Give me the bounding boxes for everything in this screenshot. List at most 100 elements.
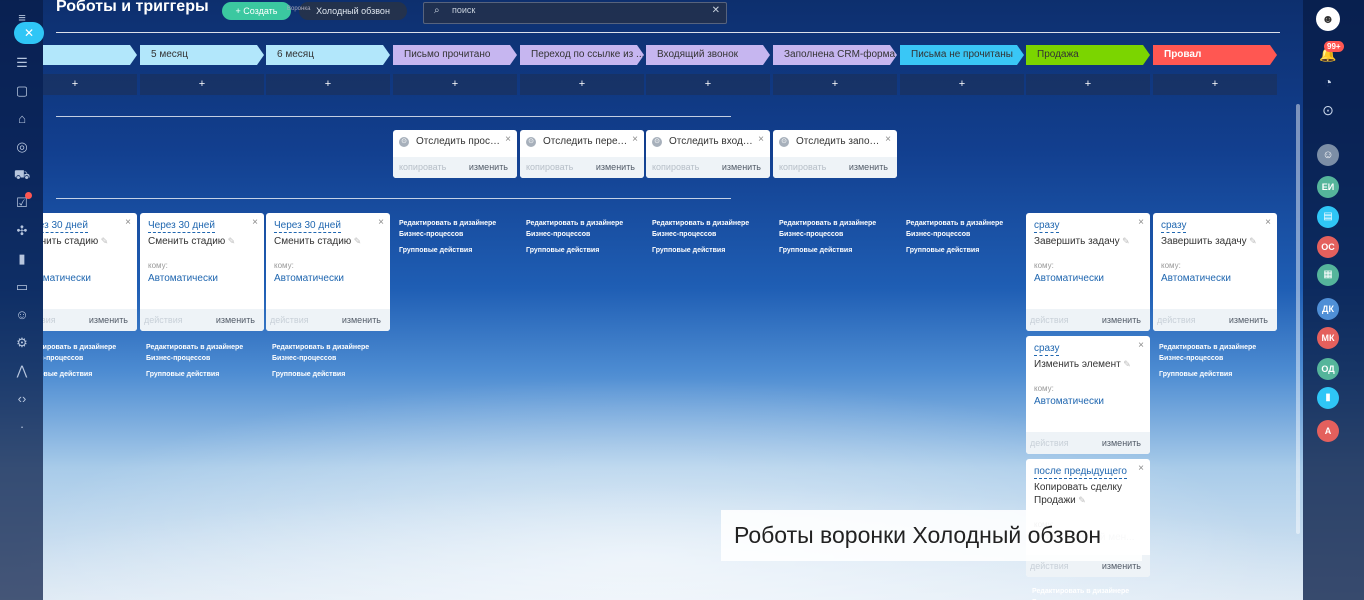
designer-link[interactable]: Редактировать в дизайнере Бизнес-процесс… (272, 342, 382, 364)
stage-1[interactable] (43, 45, 137, 65)
chat-avatar[interactable]: ЕИ (1317, 176, 1339, 198)
card-icon[interactable]: ▭ (13, 278, 31, 296)
trigger-title[interactable]: Отследить просмотр (416, 136, 504, 147)
create-button[interactable]: + Создать (222, 2, 291, 20)
add-robot-button[interactable]: + (393, 74, 517, 95)
add-robot-button[interactable]: + (520, 74, 644, 95)
puzzle-icon[interactable]: ✣ (13, 222, 31, 240)
copy-link[interactable]: копировать (399, 162, 446, 172)
designer-link[interactable]: Редактировать в дизайнере Бизнес-процесс… (526, 218, 636, 240)
user-avatar-icon[interactable]: ☻ (1316, 7, 1340, 31)
edit-link[interactable]: изменить (1102, 438, 1141, 448)
group-actions-link[interactable]: Групповые действия (779, 247, 852, 254)
group-actions-link[interactable]: Групповые действия (272, 371, 345, 378)
group-actions-link[interactable]: Групповые действия (43, 371, 92, 378)
add-robot-button[interactable]: + (1153, 74, 1277, 95)
robot-delay-link[interactable]: сразу (1161, 220, 1187, 233)
close-icon[interactable]: × (1138, 217, 1144, 228)
add-robot-button[interactable]: + (773, 74, 897, 95)
pencil-icon[interactable]: ✎ (351, 236, 362, 246)
edit-link[interactable]: изменить (342, 315, 381, 325)
robot-actions-link[interactable]: действия (1030, 561, 1069, 571)
settings-icon[interactable]: ⚙ (13, 334, 31, 352)
designer-link[interactable]: Редактировать в дизайнере Бизнес-процесс… (1032, 586, 1142, 600)
pencil-icon[interactable]: ✎ (1247, 236, 1257, 246)
edit-link[interactable]: изменить (216, 315, 255, 325)
robot-value[interactable]: Автоматически (274, 273, 344, 284)
pencil-icon[interactable]: ✎ (1121, 359, 1131, 369)
robot-value[interactable]: Автоматически (148, 273, 218, 284)
designer-link[interactable]: Редактировать в дизайнере Бизнес-процесс… (1159, 342, 1269, 364)
tasks-icon[interactable]: ▢ (13, 82, 31, 100)
close-icon[interactable]: × (1265, 217, 1271, 228)
cart-icon[interactable]: ⛟ (13, 166, 31, 184)
pencil-icon[interactable]: ✎ (1120, 236, 1130, 246)
group-actions-link[interactable]: Групповые действия (906, 247, 979, 254)
add-robot-button[interactable]: + (266, 74, 390, 95)
robot-actions-link[interactable]: действия (1157, 315, 1196, 325)
group-actions-link[interactable]: Групповые действия (399, 247, 472, 254)
edit-link[interactable]: изменить (89, 315, 128, 325)
close-icon[interactable]: × (632, 134, 638, 145)
edit-link[interactable]: изменить (722, 162, 761, 172)
stage-2[interactable]: 5 месяц (140, 45, 264, 65)
add-robot-button[interactable]: + (646, 74, 770, 95)
contact-avatar[interactable]: ☺ (1317, 144, 1339, 166)
code-icon[interactable]: ‹› (13, 390, 31, 408)
trigger-title[interactable]: Отследить входящий (669, 136, 757, 147)
chat-avatar[interactable]: ОД (1317, 358, 1339, 380)
stage-8[interactable]: Письма не прочитаны (900, 45, 1024, 65)
people-icon[interactable]: ☺ (13, 306, 31, 324)
copy-link[interactable]: копировать (779, 162, 826, 172)
group-actions-link[interactable]: Групповые действия (526, 247, 599, 254)
stream-icon[interactable]: ☰ (13, 54, 31, 72)
sites-icon[interactable]: · (13, 418, 31, 436)
chat-group-icon[interactable]: ▤ (1317, 206, 1339, 228)
robot-delay-link[interactable]: Через 30 дней (274, 220, 341, 233)
close-icon[interactable]: × (885, 134, 891, 145)
edit-link[interactable]: изменить (596, 162, 635, 172)
designer-link[interactable]: Редактировать в дизайнере Бизнес-процесс… (779, 218, 889, 240)
search-chat-icon[interactable]: ⊙ (1316, 98, 1340, 122)
robot-delay-link[interactable]: Через 30 дней (43, 220, 88, 233)
stage-5[interactable]: Переход по ссылке из ... (520, 45, 644, 65)
edit-link[interactable]: изменить (469, 162, 508, 172)
vertical-scrollbar[interactable] (1296, 104, 1300, 534)
robot-value[interactable]: Автоматически (1034, 396, 1104, 407)
group-actions-link[interactable]: Групповые действия (652, 247, 725, 254)
close-icon[interactable]: × (1138, 463, 1144, 474)
chart-icon[interactable]: ▮ (13, 250, 31, 268)
designer-link[interactable]: Редактировать в дизайнере Бизнес-процесс… (399, 218, 509, 240)
calendar-chat-icon[interactable]: ▦ (1317, 264, 1339, 286)
chat-avatar[interactable]: МК (1317, 327, 1339, 349)
chat-avatar[interactable]: ОС (1317, 236, 1339, 258)
edit-link[interactable]: изменить (849, 162, 888, 172)
add-robot-button[interactable]: + (140, 74, 264, 95)
close-slider-button[interactable]: ✕ (14, 22, 44, 44)
robot-delay-link[interactable]: после предыдущего (1034, 466, 1127, 479)
stage-3[interactable]: 6 месяц (266, 45, 390, 65)
add-robot-button[interactable]: + (43, 74, 137, 95)
close-icon[interactable]: × (378, 217, 384, 228)
copy-link[interactable]: копировать (526, 162, 573, 172)
copy-link[interactable]: копировать (652, 162, 699, 172)
pencil-icon[interactable]: ✎ (225, 236, 236, 246)
edit-link[interactable]: изменить (1229, 315, 1268, 325)
group-actions-link[interactable]: Групповые действия (146, 371, 219, 378)
shop-icon[interactable]: ⌂ (13, 110, 31, 128)
robot-delay-link[interactable]: сразу (1034, 343, 1060, 356)
designer-link[interactable]: Редактировать в дизайнере Бизнес-процесс… (43, 342, 129, 364)
robot-delay-link[interactable]: Через 30 дней (148, 220, 215, 233)
search-input[interactable]: ⌕ поиск ✕ (423, 2, 727, 24)
add-robot-button[interactable]: + (1026, 74, 1150, 95)
stage-10[interactable]: Провал (1153, 45, 1277, 65)
close-icon[interactable]: × (252, 217, 258, 228)
robot-delay-link[interactable]: сразу (1034, 220, 1060, 233)
edit-link[interactable]: изменить (1102, 315, 1141, 325)
close-icon[interactable]: ✕ (712, 5, 720, 16)
designer-link[interactable]: Редактировать в дизайнере Бизнес-процесс… (146, 342, 256, 364)
robot-value[interactable]: Автоматически (1161, 273, 1231, 284)
stage-9[interactable]: Продажа (1026, 45, 1150, 65)
robot-value[interactable]: Автоматически (43, 273, 91, 284)
road-icon[interactable]: ⋀ (13, 362, 31, 380)
